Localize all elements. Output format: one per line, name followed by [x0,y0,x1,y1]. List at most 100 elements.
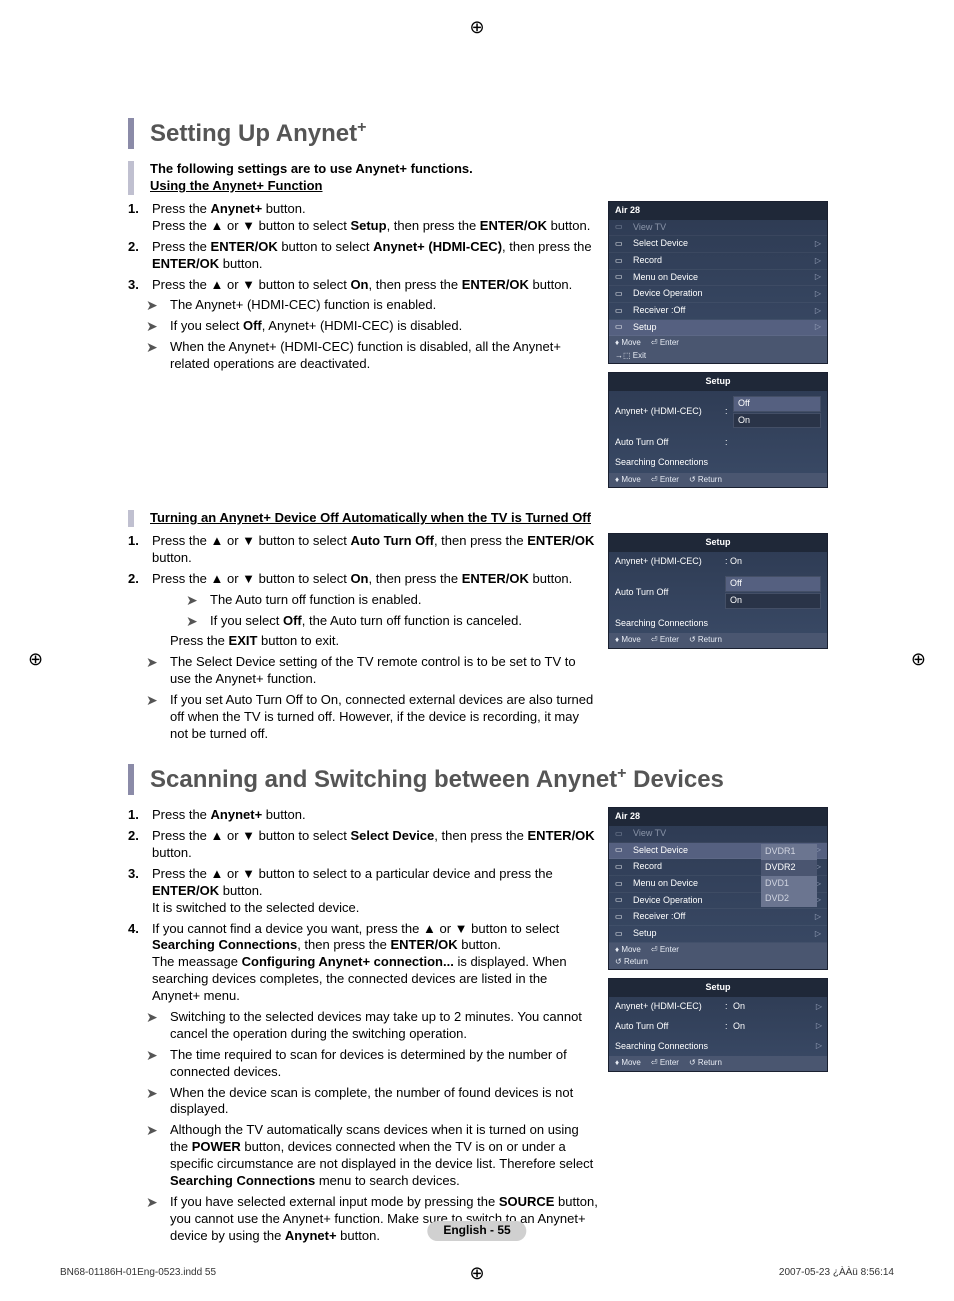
osd-setup-header-3: Setup [609,979,827,997]
chevron-right-icon: ▷ [815,256,821,266]
menu-item-label: Menu on Device [633,878,698,890]
menu-item-label: Setup [633,928,657,940]
menu-item-label: Device Operation [633,895,703,907]
osd-menu-item: ▭Device Operation▷ [609,286,827,303]
menu-item-label: Device Operation [633,288,703,300]
setup-row: Searching Connections▷ [609,1037,827,1057]
step-text: Press the ▲ or ▼ button to select Auto T… [152,533,598,567]
footer-move: ♦ Move [615,338,641,348]
osd-header: Air 28 [609,202,827,220]
menu-item-label: Receiver :Off [633,305,685,317]
step-number: 2. [128,239,152,273]
note-arrow-icon: ➤ [146,1085,170,1102]
footer-enter: ⏎ Enter [651,338,679,348]
menu-item-label: Select Device [633,845,688,857]
step-text: Press the Anynet+ button.Press the ▲ or … [152,201,598,235]
osd-anynet-menu: Air 28 ▭View TV▭Select Device▷▭Record▷▭M… [608,201,828,364]
menu-item-icon: ▭ [615,895,629,905]
step-item: 3.Press the ▲ or ▼ button to select to a… [128,866,598,917]
note-text: If you select Off, the Auto turn off fun… [210,613,598,630]
note-item: ➤The time required to scan for devices i… [146,1047,598,1081]
subnotes-list-2: ➤The Auto turn off function is enabled.➤… [168,592,598,630]
step-item: 1.Press the Anynet+ button.Press the ▲ o… [128,201,598,235]
subheading-turnoff-block: Turning an Anynet+ Device Off Automatica… [128,510,828,527]
step-item: 2.Press the ▲ or ▼ button to select Sele… [128,828,598,862]
setup-label: Anynet+ (HDMI-CEC) [615,1001,725,1013]
note-item: ➤Switching to the selected devices may t… [146,1009,598,1043]
note-text: Although the TV automatically scans devi… [170,1122,598,1190]
note-arrow-icon: ➤ [146,692,170,709]
section-scanning: Scanning and Switching between Anynet+ D… [128,764,828,1249]
menu-item-icon: ▭ [615,256,629,266]
osd-setup-footer: ♦ Move ⏎ Enter ↺ Return [609,473,827,487]
setup-value: On [733,1001,821,1013]
menu-item-icon: ▭ [615,306,629,316]
step-text: Press the Anynet+ button. [152,807,598,824]
setup-row-searching: Searching Connections [609,453,827,473]
note-text: The Select Device setting of the TV remo… [170,654,598,688]
menu-item-label: View TV [633,222,666,234]
menu-item-label: Record [633,255,662,267]
registration-mark-right: ⊕ [911,648,926,671]
document-footer: BN68-01186H-01Eng-0523.indd 55 2007-05-2… [60,1266,894,1279]
note-arrow-icon: ➤ [146,1194,170,1211]
menu-item-label: Menu on Device [633,272,698,284]
note-arrow-icon: ➤ [146,654,170,671]
steps-list-3: 1.Press the Anynet+ button. 2.Press the ▲… [128,807,598,1005]
osd-footer: ♦ Move ⏎ Enter [609,336,827,350]
option-off: Off [725,576,821,592]
device-popup: DVDR1DVDR2DVD1DVD2 [761,844,817,907]
setup2-row-searching: Searching Connections [609,614,827,634]
osd-setup-panel-2: Setup Anynet+ (HDMI-CEC) : On Auto Turn … [608,533,828,649]
step-text: Press the ▲ or ▼ button to select On, th… [152,277,598,294]
popup-device-item: DVD2 [761,891,817,907]
chevron-right-icon: ▷ [815,239,821,249]
osd-menu-item: ▭View TV [609,826,827,843]
step-item: 3.Press the ▲ or ▼ button to select On, … [128,277,598,294]
registration-mark-top: ⊕ [469,16,484,39]
section-title-1: Setting Up Anynet+ [128,118,828,149]
section-setup-anynet: Setting Up Anynet+ The following setting… [128,118,828,747]
note-item: ➤The Anynet+ (HDMI-CEC) function is enab… [146,297,598,314]
menu-item-label: Select Device [633,238,688,250]
popup-device-item: DVD1 [761,876,817,892]
step-number: 3. [128,277,152,294]
menu-item-icon: ▭ [615,912,629,922]
menu-item-icon: ▭ [615,845,629,855]
menu-item-icon: ▭ [615,289,629,299]
osd-footer-2: ♦ Move ⏎ Enter [609,943,827,957]
note-arrow-icon: ➤ [186,613,210,630]
note-text: The time required to scan for devices is… [170,1047,598,1081]
step-text: If you cannot find a device you want, pr… [152,921,598,1005]
osd-setup-panel-3: Setup Anynet+ (HDMI-CEC):On▷Auto Turn Of… [608,978,828,1071]
step-item: 1.Press the ▲ or ▼ button to select Auto… [128,533,598,567]
note-text: When the device scan is complete, the nu… [170,1085,598,1119]
osd-setup-header-2: Setup [609,534,827,552]
menu-item-label: Receiver :Off [633,911,685,923]
note-item: ➤If you select Off, Anynet+ (HDMI-CEC) i… [146,318,598,335]
setup-row-auto: Auto Turn Off : [609,433,827,453]
chevron-right-icon: ▷ [815,272,821,282]
menu-item-label: Record [633,861,662,873]
note-arrow-icon: ➤ [146,1122,170,1139]
option-off: Off [733,396,821,412]
notes-list-3: ➤Switching to the selected devices may t… [128,1009,598,1245]
setup-value: On [733,1021,821,1033]
chevron-right-icon: ▷ [815,929,821,939]
note-item: ➤When the device scan is complete, the n… [146,1085,598,1119]
step-item: 2.Press the ENTER/OK button to select An… [128,239,598,273]
note-text: If you set Auto Turn Off to On, connecte… [170,692,598,743]
intro-text: The following settings are to use Anynet… [150,161,828,178]
section-title-2: Scanning and Switching between Anynet+ D… [128,764,828,795]
note-arrow-icon: ➤ [146,339,170,356]
page-number-pill: English - 55 [427,1221,526,1241]
note-item: ➤The Select Device setting of the TV rem… [146,654,598,688]
osd-setup-header: Setup [609,373,827,391]
subheading-using: Using the Anynet+ Function [150,178,828,195]
step-number: 2. [128,828,152,862]
notes-list-2: ➤The Select Device setting of the TV rem… [128,654,598,742]
steps-list-2: 1.Press the ▲ or ▼ button to select Auto… [128,533,598,588]
osd-footer-exit: →⬚ Exit [609,351,827,363]
step-item: 1.Press the Anynet+ button. [128,807,598,824]
note-text: The Anynet+ (HDMI-CEC) function is enabl… [170,297,598,314]
